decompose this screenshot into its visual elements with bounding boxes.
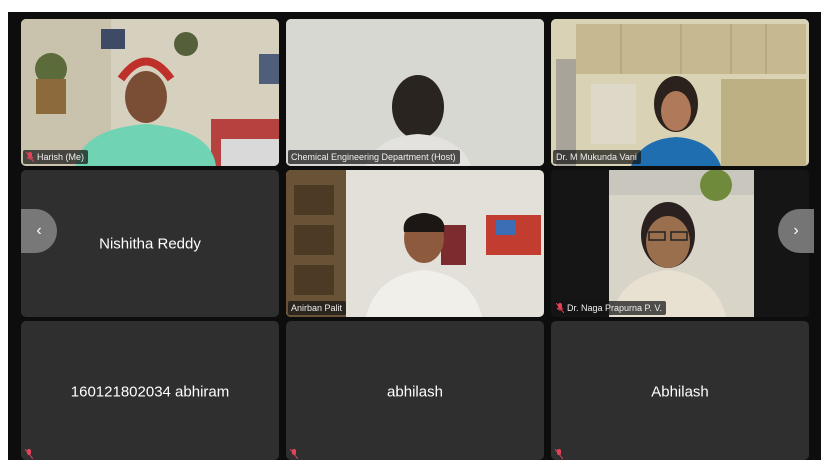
video-tile-nishitha-reddy[interactable]: Nishitha Reddy [21, 170, 279, 317]
video-tile-anirban-palit[interactable]: Anirban Palit [286, 170, 544, 317]
video-tile-abhiram[interactable]: 160121802034 abhiram [21, 321, 279, 460]
mic-off-icon [555, 449, 563, 459]
camera-feed [551, 19, 809, 166]
participant-name-tag: Chemical Engineering Department (Host) [288, 150, 460, 164]
participant-name: Abhilash [651, 383, 709, 401]
participant-name: 160121802034 abhiram [70, 383, 230, 401]
camera-feed [21, 19, 279, 166]
camera-feed [286, 170, 544, 317]
participant-name-tag: Anirban Palit [288, 301, 347, 315]
participant-name-tag: Harish (Me) [23, 150, 89, 164]
participant-name-tag: Dr. M Mukunda Vani [553, 150, 641, 164]
camera-feed [286, 19, 544, 166]
video-tile-harish[interactable]: Harish (Me) [21, 19, 279, 166]
chevron-right-icon: › [793, 222, 799, 239]
video-tile-mukunda-vani[interactable]: Dr. M Mukunda Vani [551, 19, 809, 166]
mic-off-icon [556, 303, 564, 313]
participant-name: abhilash [387, 383, 443, 401]
video-tile-abhilash-upper[interactable]: Abhilash [551, 321, 809, 460]
video-tile-abhilash-lower[interactable]: abhilash [286, 321, 544, 460]
next-page-button[interactable]: › [778, 209, 814, 253]
mic-off-icon [290, 449, 298, 459]
mic-off-icon [26, 152, 34, 162]
camera-feed [551, 170, 809, 317]
video-tile-naga-prapurna[interactable]: Dr. Naga Prapurna P. V. [551, 170, 809, 317]
mic-off-icon [25, 449, 33, 459]
video-tile-host[interactable]: Chemical Engineering Department (Host) [286, 19, 544, 166]
participant-name-tag: Dr. Naga Prapurna P. V. [553, 301, 667, 315]
participant-name: Nishitha Reddy [99, 235, 201, 252]
chevron-left-icon: ‹ [36, 222, 42, 239]
